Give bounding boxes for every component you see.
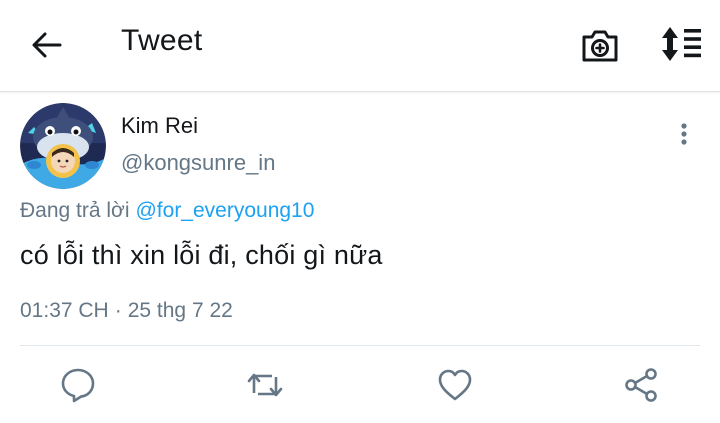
top-app-bar: Tweet: [0, 0, 720, 92]
author-handle[interactable]: @kongsunre_in: [121, 150, 275, 176]
retweet-icon[interactable]: [246, 366, 284, 404]
back-arrow-icon[interactable]: [30, 28, 64, 62]
timestamp: 01:37 CH · 25 thg 7 22: [20, 299, 233, 323]
author-name[interactable]: Kim Rei: [121, 113, 198, 139]
tweet-time: 01:37 CH: [20, 299, 109, 322]
like-icon[interactable]: [436, 366, 474, 404]
share-icon[interactable]: [622, 366, 660, 404]
page-title: Tweet: [121, 24, 203, 57]
replying-to-line: Đang trả lời @for_everyoung10: [20, 199, 314, 223]
timestamp-separator: ·: [114, 299, 122, 322]
sort-icon[interactable]: [658, 24, 704, 64]
camera-icon[interactable]: [580, 26, 620, 64]
avatar[interactable]: [20, 103, 106, 189]
divider: [20, 345, 700, 346]
more-options-icon[interactable]: [672, 120, 696, 150]
tweet-date: 25 thg 7 22: [127, 299, 233, 322]
tweet-text: có lỗi thì xin lỗi đi, chối gì nữa: [20, 240, 383, 270]
replying-to-link[interactable]: @for_everyoung10: [135, 199, 314, 222]
replying-prefix: Đang trả lời: [20, 199, 130, 222]
reply-icon[interactable]: [59, 366, 97, 404]
